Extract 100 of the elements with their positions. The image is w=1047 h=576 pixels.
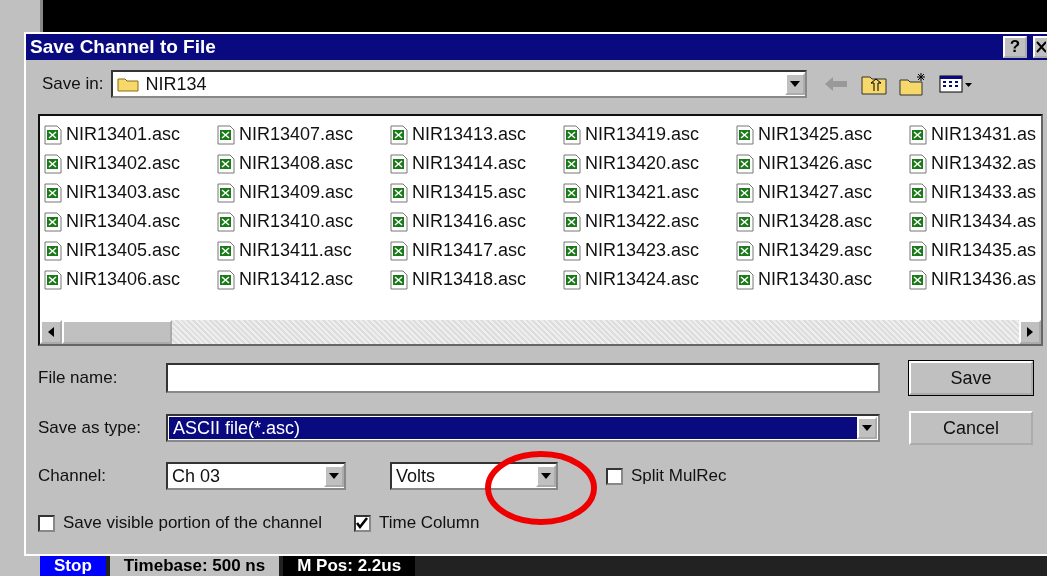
spreadsheet-file-icon: [217, 182, 235, 203]
file-item[interactable]: NIR13430.asc: [736, 265, 909, 294]
save-in-label: Save in:: [42, 74, 104, 94]
file-item[interactable]: NIR13419.asc: [563, 120, 736, 149]
spreadsheet-file-icon: [390, 153, 408, 174]
spreadsheet-file-icon: [909, 269, 927, 290]
right-arrow-icon: [1027, 327, 1033, 337]
file-item[interactable]: NIR13403.asc: [44, 178, 217, 207]
file-item[interactable]: NIR13401.asc: [44, 120, 217, 149]
view-menu-icon[interactable]: [939, 74, 974, 94]
spreadsheet-file-icon: [563, 269, 581, 290]
left-arrow-icon: [48, 327, 54, 337]
checkbox-label: Split MulRec: [631, 466, 727, 486]
save-as-type-dropdown[interactable]: ASCII file(*.asc): [166, 414, 880, 442]
file-item[interactable]: NIR13417.asc: [390, 236, 563, 265]
file-item[interactable]: NIR13423.asc: [563, 236, 736, 265]
file-item[interactable]: NIR13416.asc: [390, 207, 563, 236]
spreadsheet-file-icon: [909, 182, 927, 203]
caret-icon: [790, 81, 801, 87]
spreadsheet-file-icon: [44, 182, 62, 203]
channel-dropdown[interactable]: Ch 03: [166, 462, 346, 490]
spreadsheet-file-icon: [44, 240, 62, 261]
file-item[interactable]: NIR13429.asc: [736, 236, 909, 265]
caret-icon: [862, 425, 872, 431]
file-type-value: ASCII file(*.asc): [169, 417, 857, 439]
spreadsheet-file-icon: [563, 211, 581, 232]
checkbox-label: Save visible portion of the channel: [63, 513, 322, 533]
file-item[interactable]: NIR13415.asc: [390, 178, 563, 207]
units-value: Volts: [395, 465, 437, 487]
help-button[interactable]: ?: [1003, 36, 1027, 58]
window-title: Save Channel to File: [30, 36, 217, 58]
file-item[interactable]: NIR13425.asc: [736, 120, 909, 149]
file-item[interactable]: NIR13422.asc: [563, 207, 736, 236]
save-as-type-label: Save as type:: [38, 418, 142, 438]
units-dropdown[interactable]: Volts: [390, 462, 558, 490]
file-item[interactable]: NIR13407.asc: [217, 120, 390, 149]
file-item[interactable]: NIR13424.asc: [563, 265, 736, 294]
new-folder-icon[interactable]: [899, 72, 928, 96]
checkbox[interactable]: [606, 467, 623, 485]
up-folder-icon[interactable]: [861, 73, 888, 95]
spreadsheet-file-icon: [736, 240, 754, 261]
checkbox[interactable]: [38, 514, 55, 532]
checkbox[interactable]: [353, 514, 371, 532]
spreadsheet-file-icon: [217, 269, 235, 290]
folder-icon: [117, 76, 140, 92]
file-item[interactable]: NIR13431.as: [909, 120, 1041, 149]
file-name-label: File name:: [38, 368, 119, 388]
file-item[interactable]: NIR13435.as: [909, 236, 1041, 265]
file-item[interactable]: NIR13420.asc: [563, 149, 736, 178]
file-item[interactable]: NIR13433.as: [909, 178, 1041, 207]
scroll-right-button[interactable]: [1019, 320, 1041, 344]
spreadsheet-file-icon: [909, 153, 927, 174]
spreadsheet-file-icon: [217, 153, 235, 174]
close-button[interactable]: [1033, 36, 1047, 58]
save-in-dropdown[interactable]: NIR134: [111, 70, 808, 98]
spreadsheet-file-icon: [217, 240, 235, 261]
file-item[interactable]: NIR13432.as: [909, 149, 1041, 178]
file-item[interactable]: NIR13404.asc: [44, 207, 217, 236]
status-item: M Pos: 2.2us: [283, 556, 416, 576]
spreadsheet-file-icon: [909, 240, 927, 261]
spreadsheet-file-icon: [44, 269, 62, 290]
channel-label: Channel:: [38, 466, 108, 486]
spreadsheet-file-icon: [736, 269, 754, 290]
scrollbar-thumb[interactable]: [62, 320, 172, 344]
file-item[interactable]: NIR13418.asc: [390, 265, 563, 294]
file-item[interactable]: NIR13408.asc: [217, 149, 390, 178]
file-item[interactable]: NIR13405.asc: [44, 236, 217, 265]
file-item[interactable]: NIR13412.asc: [217, 265, 390, 294]
spreadsheet-file-icon: [736, 182, 754, 203]
spreadsheet-file-icon: [736, 124, 754, 145]
file-item[interactable]: NIR13410.asc: [217, 207, 390, 236]
file-item[interactable]: NIR13409.asc: [217, 178, 390, 207]
spreadsheet-file-icon: [909, 124, 927, 145]
spreadsheet-file-icon: [390, 211, 408, 232]
status-item: Stop: [40, 556, 106, 576]
spreadsheet-file-icon: [909, 211, 927, 232]
spreadsheet-file-icon: [563, 153, 581, 174]
file-item[interactable]: NIR13413.asc: [390, 120, 563, 149]
save-button[interactable]: Save: [909, 361, 1033, 395]
file-item[interactable]: NIR13428.asc: [736, 207, 909, 236]
horizontal-scrollbar[interactable]: [40, 320, 1041, 344]
file-item[interactable]: NIR13411.asc: [217, 236, 390, 265]
caret-icon: [329, 473, 339, 479]
spreadsheet-file-icon: [44, 211, 62, 232]
spreadsheet-file-icon: [563, 182, 581, 203]
file-item[interactable]: NIR13402.asc: [44, 149, 217, 178]
file-item[interactable]: NIR13406.asc: [44, 265, 217, 294]
file-item[interactable]: NIR13436.as: [909, 265, 1041, 294]
file-item[interactable]: NIR13414.asc: [390, 149, 563, 178]
caret-icon: [541, 473, 551, 479]
cancel-button[interactable]: Cancel: [909, 411, 1033, 445]
file-item[interactable]: NIR13426.asc: [736, 149, 909, 178]
file-item[interactable]: NIR13434.as: [909, 207, 1041, 236]
spreadsheet-file-icon: [44, 124, 62, 145]
file-item[interactable]: NIR13421.asc: [563, 178, 736, 207]
spreadsheet-file-icon: [736, 211, 754, 232]
file-item[interactable]: NIR13427.asc: [736, 178, 909, 207]
scroll-left-button[interactable]: [40, 320, 62, 344]
file-name-field[interactable]: [166, 363, 880, 393]
spreadsheet-file-icon: [390, 182, 408, 203]
